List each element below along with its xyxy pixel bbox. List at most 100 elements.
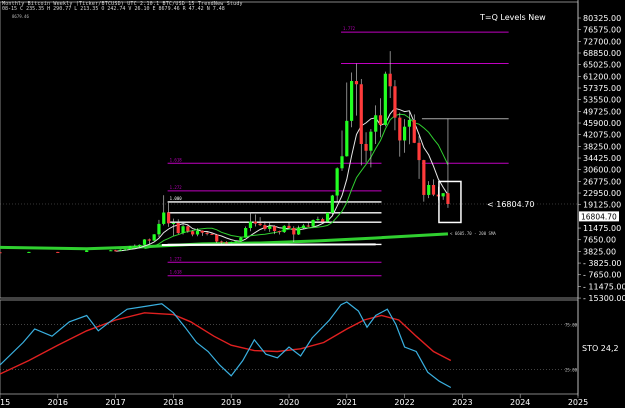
candle-body xyxy=(27,251,31,253)
price-axis-tick-label: - 7650.00 xyxy=(583,271,622,280)
header-line-3: 8679.46 xyxy=(12,14,29,19)
chart-title: T=Q Levels New xyxy=(480,13,546,22)
candle-body xyxy=(224,242,229,244)
candle-body xyxy=(244,228,248,238)
candle-body xyxy=(282,225,286,233)
candle-body xyxy=(123,249,127,251)
candle-body xyxy=(349,81,354,121)
header-line-2: 08-15 C 235.35 H 290.77 L 213.35 O 242.7… xyxy=(2,6,225,12)
x-axis-tick-label: 2020 xyxy=(279,398,299,407)
candle-body xyxy=(128,246,132,250)
candle-body xyxy=(441,193,445,197)
candle-body xyxy=(85,250,89,252)
candle-body xyxy=(263,225,267,229)
price-axis-tick-label: 49725.00 xyxy=(583,107,621,116)
candle-body xyxy=(109,250,113,252)
candle-body xyxy=(287,225,291,229)
candle-body xyxy=(354,81,359,85)
level-label: 1.772 xyxy=(343,26,356,31)
candle-body xyxy=(118,249,122,251)
candle-body xyxy=(219,241,224,243)
current-price-tag: 16804.70 xyxy=(581,212,617,221)
x-axis-tick-label: 2015 xyxy=(0,398,10,407)
stochastic-level-label: 25.00 xyxy=(565,368,578,373)
candle-body xyxy=(369,131,373,151)
x-axis-tick-label: 2022 xyxy=(394,398,414,407)
price-axis-tick-label: - 15300.00 xyxy=(583,294,625,303)
candle-body xyxy=(398,117,402,141)
candle-body xyxy=(253,221,257,224)
candle-body xyxy=(248,221,253,229)
candle-body xyxy=(364,143,368,151)
price-axis-tick-label: 42075.00 xyxy=(583,131,621,140)
price-axis-tick-label: 68850.00 xyxy=(583,49,621,58)
stochastic-level-label: 75.00 xyxy=(565,323,578,328)
price-axis-tick-label: 30600.00 xyxy=(583,166,621,175)
candle-body xyxy=(162,212,166,224)
candle-body xyxy=(186,226,190,232)
price-axis-tick-label: 34425.00 xyxy=(583,154,621,163)
candle-body xyxy=(234,241,238,243)
stochastic-label: STO 24,2 xyxy=(582,344,619,353)
candle-body xyxy=(427,184,431,195)
price-axis-tick-label: 38250.00 xyxy=(583,142,621,151)
candle-body xyxy=(268,226,272,229)
price-axis-tick-label: 76575.00 xyxy=(583,26,621,35)
candle-body xyxy=(195,230,200,235)
x-axis-tick-label: 2017 xyxy=(105,398,125,407)
x-axis-tick-label: 2024 xyxy=(510,398,530,407)
price-axis-tick-label: 57375.00 xyxy=(583,84,621,93)
level-label: 1.618 xyxy=(170,157,183,162)
candle-body xyxy=(340,156,344,169)
candle-body xyxy=(417,142,421,161)
candle-body xyxy=(393,86,397,118)
candle-body xyxy=(422,160,426,195)
candle-body xyxy=(412,119,416,143)
candle-body xyxy=(407,119,411,127)
candle-body xyxy=(239,237,243,242)
candle-body xyxy=(292,228,296,235)
candle-body xyxy=(191,231,195,235)
candle-body xyxy=(229,242,233,244)
candle-body xyxy=(321,219,325,222)
price-axis-tick-label: 11475.00 xyxy=(583,224,621,233)
x-axis-tick-label: 2019 xyxy=(221,398,241,407)
candle-body xyxy=(152,234,156,241)
candle-body xyxy=(147,239,151,241)
candle-body xyxy=(133,246,137,248)
candle-body xyxy=(171,223,175,225)
level-label: 1.000 xyxy=(170,196,183,201)
level-label: 1.618 xyxy=(170,270,183,275)
candle-body xyxy=(359,84,363,144)
price-axis-tick-label: - 3825.00 xyxy=(583,259,622,268)
price-axis-tick-label: 3825.00 xyxy=(583,247,616,256)
candle-body xyxy=(335,168,339,196)
candle-body xyxy=(142,239,147,245)
candle-body xyxy=(388,73,392,87)
price-axis-tick-label: 22950.00 xyxy=(583,189,621,198)
candle-body xyxy=(258,223,262,226)
sma-label: < 6605.70 - 200 SMA xyxy=(450,231,496,236)
candle-body xyxy=(301,225,306,229)
candle-body xyxy=(272,226,277,232)
candle-body xyxy=(215,234,219,242)
candle-body xyxy=(316,219,320,221)
candle-body xyxy=(176,223,180,233)
candle-body xyxy=(181,226,185,233)
candle-body xyxy=(306,225,310,227)
level-label: 1.272 xyxy=(170,185,183,190)
x-axis-tick-label: 2018 xyxy=(163,398,183,407)
candle-body xyxy=(200,230,204,233)
x-axis-tick-label: 2021 xyxy=(337,398,357,407)
x-axis-tick-label: 2016 xyxy=(48,398,68,407)
level-label: 1.272 xyxy=(170,256,183,261)
candle-body xyxy=(345,120,349,157)
candle-body xyxy=(277,231,281,233)
candle-body xyxy=(0,252,2,254)
candle-body xyxy=(297,228,301,235)
candle-body xyxy=(374,115,378,132)
candle-body xyxy=(157,223,161,235)
price-axis-tick-label: 65025.00 xyxy=(583,61,621,70)
candle-body xyxy=(431,184,436,195)
price-axis-tick-label: 7650.00 xyxy=(583,236,616,245)
